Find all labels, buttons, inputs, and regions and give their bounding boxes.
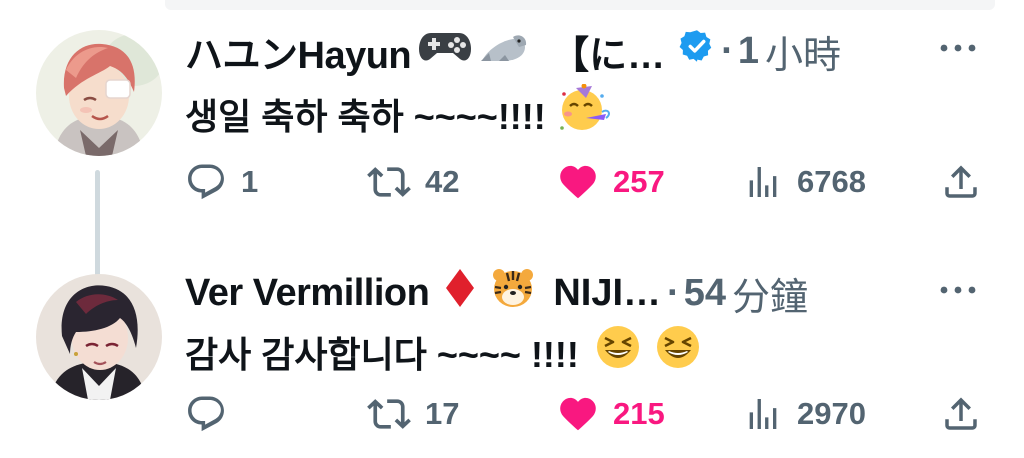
partying-face-icon [558,83,612,143]
like-button[interactable]: 257 [557,160,665,204]
reply-button[interactable] [185,392,241,436]
views-count: 6768 [797,164,866,199]
retweet-icon [367,399,411,429]
reply-icon [188,164,224,200]
game-controller-icon [419,29,472,73]
verified-badge-icon [679,28,715,74]
reply-count: 1 [241,164,259,199]
tweet-header: ハユンHayun 【に… · 1 小時 [185,28,954,77]
avatar[interactable] [36,30,162,156]
reply-icon [188,396,224,432]
retweet-button[interactable]: 17 [367,392,459,436]
heart-filled-icon [560,397,596,431]
seal-icon [479,29,529,73]
views-button[interactable]: 6768 [743,160,866,204]
like-button[interactable]: 215 [557,392,665,436]
tweet-text: 생일 축하 축하 ~~~~!!!! [185,83,612,143]
display-name[interactable]: Ver Vermillion [185,272,430,315]
tweet-header: Ver Vermillion NIJI… · 54 分鐘 [185,267,954,319]
grinning-squinting-face-icon [655,324,701,379]
avatar[interactable] [36,274,162,400]
views-count: 2970 [797,396,866,431]
time-separator: · [667,271,680,314]
retweet-count: 17 [425,396,460,431]
timestamp-value[interactable]: 1 [738,30,759,73]
like-count: 257 [613,164,665,199]
grinning-squinting-face-icon [595,324,641,379]
share-icon [945,397,977,430]
views-chart-icon [749,399,777,429]
tweet-actions: 17 215 2970 [185,392,984,436]
previous-tweet-edge [165,0,995,10]
like-count: 215 [613,396,665,431]
views-chart-icon [749,167,777,197]
retweet-count: 42 [425,164,460,199]
retweet-icon [367,167,411,197]
time-separator: · [721,29,734,72]
share-button[interactable] [940,392,982,436]
tweet-text-content: 생일 축하 축하 ~~~~!!!! [185,95,546,137]
handle[interactable]: NIJI… [553,272,661,315]
display-name[interactable]: ハユンHayun [185,24,412,79]
tiger-face-icon [491,267,535,319]
reply-button[interactable]: 1 [185,160,258,204]
more-options-icon[interactable] [938,28,978,68]
share-icon [945,165,977,198]
tweet[interactable]: Ver Vermillion NIJI… · 54 分鐘 감사 감사합니다 ~~… [0,262,1024,458]
timestamp-unit[interactable]: 小時 [765,24,841,79]
tweet-actions: 1 42 257 6768 [185,160,984,204]
tweet[interactable]: ハユンHayun 【に… · 1 小時 생일 축하 축하 ~~~~!!!! 1 … [0,20,1024,286]
views-button[interactable]: 2970 [743,392,866,436]
tweet-text-content: 감사 감사합니다 ~~~~ !!!! [185,333,579,375]
retweet-button[interactable]: 42 [367,160,459,204]
more-options-icon[interactable] [938,270,978,310]
share-button[interactable] [940,160,982,204]
timestamp-unit[interactable]: 分鐘 [732,266,808,321]
diamond-suit-icon [445,268,475,318]
timestamp-value[interactable]: 54 [684,272,726,315]
handle[interactable]: 【に… [551,24,665,79]
heart-filled-icon [560,165,596,199]
tweet-text: 감사 감사합니다 ~~~~ !!!! [185,324,701,379]
